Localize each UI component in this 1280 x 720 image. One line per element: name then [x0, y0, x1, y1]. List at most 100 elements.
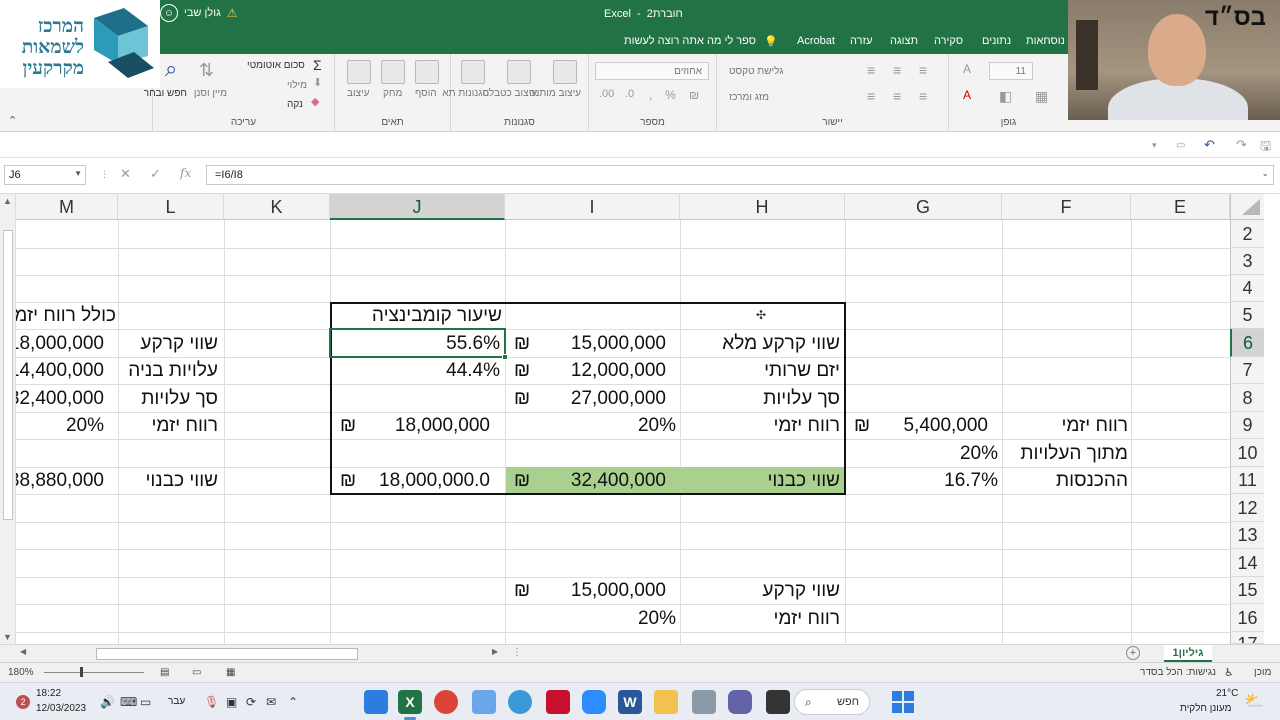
weather-temperature[interactable]: 21°C [1216, 688, 1238, 699]
align-middle-icon[interactable]: ≡ [893, 62, 901, 78]
page-layout-view-icon[interactable]: ▭ [192, 667, 201, 678]
cell-m9[interactable]: 20% [16, 412, 104, 439]
column-header-m[interactable]: M [16, 194, 118, 220]
zoom-app-icon[interactable] [582, 690, 606, 714]
cell-l7[interactable]: עלויות בניה [120, 357, 218, 384]
tab-help[interactable]: עזרה [850, 35, 872, 47]
currency-icon[interactable]: ₪ [689, 88, 699, 102]
row-header-15[interactable]: 15 [1230, 577, 1264, 604]
enter-icon[interactable]: ✓ [150, 166, 161, 182]
insert-cells-icon[interactable] [415, 60, 439, 84]
cell-h6[interactable]: שווי קרקע מלא [682, 330, 840, 357]
account-area[interactable]: ⚠ גולן שבי ☺ [160, 4, 237, 22]
language-indicator[interactable]: עבר [168, 696, 185, 707]
wrap-text-button[interactable]: גלישת טקסט [729, 66, 783, 77]
conditional-format-icon[interactable] [553, 60, 577, 84]
align-center-icon[interactable]: ≡ [893, 88, 901, 104]
row-header-9[interactable]: 9 [1230, 412, 1264, 439]
tab-data[interactable]: נתונים [982, 35, 1011, 47]
cell-f10[interactable]: מתוך העלויות [1002, 440, 1128, 467]
column-header-g[interactable]: G [845, 194, 1002, 220]
cell-h9[interactable]: רווח יזמי [682, 412, 841, 439]
row-header-17[interactable]: 17 [1230, 632, 1264, 644]
fill-color-icon[interactable]: ◧ [999, 88, 1012, 105]
cell-f11[interactable]: ההכנסות [1004, 467, 1128, 494]
refresh-tray-icon[interactable]: ⟳ [246, 695, 256, 709]
row-header-12[interactable]: 12 [1230, 494, 1264, 522]
decrease-decimal-icon[interactable]: .00 [599, 88, 614, 100]
row-header-8[interactable]: 8 [1230, 384, 1264, 412]
vertical-scrollbar[interactable]: ▲ ▼ [0, 194, 16, 644]
horizontal-scroll-thumb[interactable] [96, 648, 358, 660]
vertical-scroll-thumb[interactable] [3, 230, 13, 520]
cell-i15[interactable]: 15,000,000 [536, 577, 666, 604]
mail-tray-icon[interactable]: ✉ [266, 695, 276, 709]
eraser-icon[interactable]: ◆ [311, 95, 319, 108]
start-button[interactable] [892, 691, 914, 713]
chevron-up-icon[interactable]: ⌃ [288, 695, 298, 709]
find-select-button[interactable]: חפש ובחר [144, 88, 187, 99]
tray-app-icon[interactable]: ▣ [226, 695, 237, 709]
fill-icon[interactable]: ⬇ [313, 76, 322, 89]
scroll-down-icon[interactable]: ▼ [3, 632, 12, 642]
cell-m5[interactable]: כולל רווח יזמי [16, 302, 116, 329]
page-break-view-icon[interactable]: ▤ [160, 667, 169, 678]
acrobat-icon[interactable] [546, 690, 570, 714]
cell-i9[interactable]: 20% [536, 412, 676, 439]
redo-icon[interactable]: ↷ [1236, 137, 1247, 153]
clock-time[interactable]: 18:22 [36, 688, 61, 699]
font-color-icon[interactable]: A [963, 88, 971, 102]
number-format-select[interactable]: אחוזים [595, 62, 709, 80]
row-header-4[interactable]: 4 [1230, 275, 1264, 302]
accessibility-status[interactable]: נגישות: הכל בסדר [1140, 667, 1216, 678]
increase-decimal-icon[interactable]: .0 [625, 88, 634, 100]
row-header-16[interactable]: 16 [1230, 604, 1264, 632]
row-header-11[interactable]: 11 [1230, 467, 1264, 494]
cell-i11[interactable]: 32,400,000 [536, 467, 666, 494]
column-header-h[interactable]: H [680, 194, 845, 220]
cell-l9[interactable]: רווח יזמי [120, 412, 219, 439]
align-top-icon[interactable]: ≡ [867, 62, 875, 78]
row-header-10[interactable]: 10 [1230, 439, 1264, 467]
row-header-3[interactable]: 3 [1230, 248, 1264, 275]
cell-m8[interactable]: 32,400,000 [16, 385, 104, 412]
cell-l6[interactable]: שווי קרקע [120, 330, 218, 357]
sheet-tab[interactable]: גיליון1 [1164, 645, 1212, 662]
warning-icon[interactable]: ⚠ [227, 6, 238, 20]
zoom-slider-thumb[interactable] [80, 667, 83, 677]
cell-i8[interactable]: 27,000,000 [536, 385, 666, 412]
font-size-select[interactable]: 11 [989, 62, 1033, 80]
cell-l8[interactable]: סך עלויות [120, 385, 218, 412]
insert-button[interactable]: הוסף [415, 88, 437, 99]
chrome-icon[interactable] [434, 690, 458, 714]
align-bottom-icon[interactable]: ≡ [919, 62, 927, 78]
row-header-7[interactable]: 7 [1230, 357, 1264, 384]
column-header-e[interactable]: E [1131, 194, 1230, 220]
microphone-icon[interactable]: 🎙 [204, 695, 219, 709]
autosum-icon[interactable]: Σ [313, 57, 322, 73]
align-right-icon[interactable]: ≡ [867, 88, 875, 104]
format-as-table-icon[interactable] [507, 60, 531, 84]
comma-style-icon[interactable]: , [649, 88, 652, 102]
row-header-13[interactable]: 13 [1230, 522, 1264, 549]
align-left-icon[interactable]: ≡ [919, 88, 927, 104]
cell-h11[interactable]: שווי כבנוי [682, 467, 840, 494]
select-all-button[interactable] [1230, 194, 1264, 220]
undo-icon[interactable]: ↶ [1204, 137, 1215, 153]
speaker-icon[interactable]: 🔊 [100, 695, 115, 709]
row-header-6[interactable]: 6 [1230, 329, 1264, 357]
scroll-up-icon[interactable]: ▲ [3, 196, 12, 206]
cell-m11[interactable]: 38,880,000 [16, 467, 104, 494]
normal-view-icon[interactable]: ▦ [226, 667, 235, 678]
tab-acrobat[interactable]: Acrobat [797, 35, 835, 47]
network-icon[interactable]: ⌨ [120, 695, 137, 709]
fill-handle[interactable] [502, 354, 508, 360]
borders-icon[interactable]: ▦ [1035, 88, 1048, 105]
collapse-ribbon-icon[interactable]: ⌃ [8, 114, 17, 127]
chevron-down-icon[interactable]: ▼ [74, 169, 82, 178]
avatar-icon[interactable]: ☺ [160, 4, 178, 22]
weather-description[interactable]: מעונן חלקית [1180, 703, 1231, 714]
row-header-2[interactable]: 2 [1230, 220, 1264, 248]
cell-h7[interactable]: יזם שרותי [682, 357, 840, 384]
cell-h8[interactable]: סך עלויות [682, 385, 840, 412]
